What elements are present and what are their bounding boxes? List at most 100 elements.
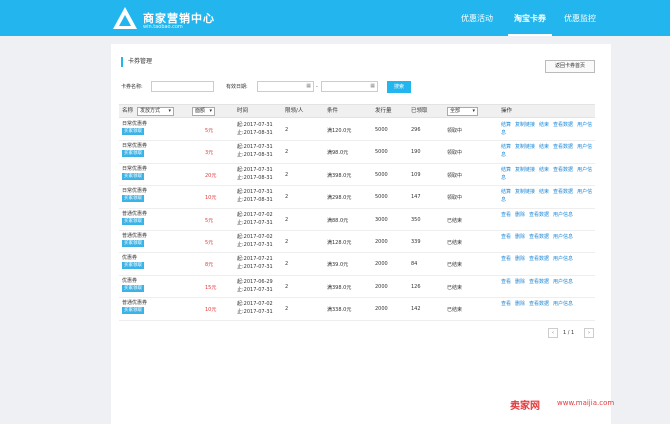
row-action-link[interactable]: 结算	[501, 167, 511, 173]
top-bar: 商家营销中心 win.taobao.com 优惠活动 淘宝卡券 优惠监控	[0, 0, 670, 36]
row-action-link[interactable]: 查看数据	[529, 279, 549, 285]
coupon-claimed: 296	[411, 127, 421, 133]
amount-sort-select[interactable]: 面额 ▾	[192, 107, 215, 116]
app-subtitle: win.taobao.com	[143, 24, 183, 30]
row-action-link[interactable]: 查看数据	[529, 212, 549, 218]
section-title: 卡券管理	[121, 57, 152, 67]
row-action-link[interactable]: 查看	[501, 212, 511, 218]
row-action-link[interactable]: 结算	[501, 189, 511, 195]
calendar-icon[interactable]: ▦	[306, 83, 311, 89]
coupon-issued: 3000	[375, 216, 388, 223]
coupon-limit: 2	[285, 261, 289, 268]
nav-promotions[interactable]: 优惠活动	[455, 0, 499, 36]
col-ops: 操作	[501, 108, 513, 114]
row-action-link[interactable]: 结算	[501, 144, 511, 150]
row-action-link[interactable]: 查看数据	[553, 167, 573, 173]
next-page-button[interactable]: ›	[584, 328, 594, 338]
row-action-link[interactable]: 复制链接	[515, 122, 535, 128]
coupon-name-cell: 普通优惠券 买家领取	[122, 300, 162, 315]
end-date: 止:2017-07-31	[237, 264, 273, 271]
row-action-link[interactable]: 查看数据	[553, 144, 573, 150]
row-action-link[interactable]: 查看数据	[553, 189, 573, 195]
coupon-claimed: 350	[411, 216, 421, 223]
coupon-limit: 2	[285, 283, 289, 290]
prev-page-button[interactable]: ‹	[548, 328, 558, 338]
nav-coupons[interactable]: 淘宝卡券	[508, 0, 552, 36]
coupon-name: 优惠券	[122, 255, 138, 262]
coupon-limit: 2	[285, 239, 289, 245]
status-filter-select[interactable]: 全部 ▾	[447, 107, 478, 116]
row-action-link[interactable]: 结束	[539, 189, 549, 195]
coupon-limit: 2	[285, 171, 289, 178]
end-date: 止:2017-07-31	[237, 242, 273, 248]
end-date-input[interactable]: ▦	[321, 81, 378, 92]
coupon-issued: 2000	[375, 261, 388, 268]
row-action-link[interactable]: 查看数据	[553, 122, 573, 128]
date-filter-label: 有效日期:	[226, 84, 248, 90]
coupon-claimed: 84	[411, 261, 418, 268]
coupon-issued: 2000	[375, 283, 388, 290]
coupon-status: 领取中	[447, 195, 463, 202]
row-action-link[interactable]: 结束	[539, 144, 549, 150]
nav-monitor[interactable]: 优惠监控	[558, 0, 602, 36]
col-time: 时间	[237, 108, 249, 114]
start-date: 起:2017-07-02	[237, 301, 273, 308]
row-action-link[interactable]: 查看	[501, 301, 511, 307]
start-date: 起:2017-07-31	[237, 144, 273, 151]
start-date: 起:2017-07-02	[237, 234, 273, 240]
row-action-link[interactable]: 用户信息	[553, 301, 573, 307]
row-action-link[interactable]: 用户信息	[553, 279, 573, 285]
row-action-link[interactable]: 结算	[501, 122, 511, 128]
coupon-amount: 5元	[205, 217, 214, 224]
coupon-name: 普通优惠券	[122, 300, 148, 307]
col-condition: 条件	[327, 108, 339, 114]
coupon-amount: 15元	[205, 284, 217, 291]
issue-mode-badge: 买家领取	[122, 150, 144, 158]
row-actions: 结算 复制链接 结束 查看数据 用户信息	[501, 143, 593, 159]
row-action-link[interactable]: 删除	[515, 279, 525, 285]
row-action-link[interactable]: 查看	[501, 279, 511, 285]
row-action-link[interactable]: 用户信息	[553, 256, 573, 262]
col-claimed: 已领取	[411, 108, 428, 114]
row-action-link[interactable]: 查看数据	[529, 234, 549, 240]
row-action-link[interactable]: 查看数据	[529, 301, 549, 307]
row-action-link[interactable]: 用户信息	[553, 212, 573, 218]
col-name: 名称	[122, 108, 134, 114]
coupon-limit: 2	[285, 194, 289, 201]
row-action-link[interactable]: 删除	[515, 256, 525, 262]
coupon-condition: 满88.0元	[327, 217, 349, 224]
row-action-link[interactable]: 查看	[501, 234, 511, 240]
row-actions: 查看 删除 查看数据 用户信息	[501, 278, 593, 286]
row-action-link[interactable]: 复制链接	[515, 144, 535, 150]
row-action-link[interactable]: 结束	[539, 167, 549, 173]
end-date: 止:2017-08-31	[237, 174, 273, 181]
coupon-name: 日常优惠券	[122, 188, 148, 195]
row-action-link[interactable]: 结束	[539, 122, 549, 128]
row-action-link[interactable]: 复制链接	[515, 167, 535, 173]
row-action-link[interactable]: 复制链接	[515, 189, 535, 195]
col-issued: 发行量	[375, 108, 392, 114]
coupon-status: 领取中	[447, 128, 463, 134]
row-action-link[interactable]: 查看	[501, 256, 511, 262]
search-button[interactable]: 搜索	[387, 81, 411, 93]
row-action-link[interactable]: 删除	[515, 212, 525, 218]
name-filter-input[interactable]	[151, 81, 214, 92]
coupon-name: 日常优惠券	[122, 121, 148, 127]
coupon-time: 起:2017-07-02 止:2017-07-31	[237, 300, 273, 316]
issue-mode-select[interactable]: 发放方式 ▾	[137, 107, 174, 116]
coupon-status: 已结束	[447, 307, 463, 314]
start-date-input[interactable]: ▦	[257, 81, 314, 92]
coupon-amount: 5元	[205, 128, 214, 134]
row-action-link[interactable]: 查看数据	[529, 256, 549, 262]
start-date: 起:2017-07-21	[237, 256, 273, 263]
page-info: 1 / 1	[563, 330, 575, 336]
end-date: 止:2017-07-31	[237, 286, 273, 293]
row-action-link[interactable]: 用户信息	[553, 234, 573, 240]
coupon-time: 起:2017-07-31 止:2017-08-31	[237, 143, 273, 159]
row-action-link[interactable]: 删除	[515, 234, 525, 240]
coupon-claimed: 126	[411, 283, 421, 290]
table-row: 日常优惠券 买家领取 3元 起:2017-07-31 止:2017-08-31 …	[119, 141, 595, 164]
calendar-icon[interactable]: ▦	[370, 83, 375, 89]
row-action-link[interactable]: 删除	[515, 301, 525, 307]
back-to-coupons-button[interactable]: 返回卡券首页	[545, 60, 595, 73]
